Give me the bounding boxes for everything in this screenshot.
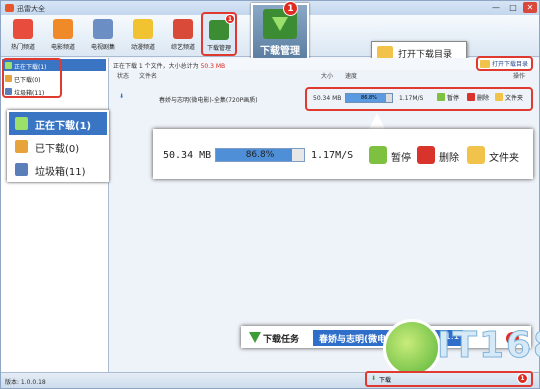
popcorn-icon bbox=[53, 19, 73, 39]
bottom-download-highlight[interactable]: ⬇ 下载 1 bbox=[365, 371, 533, 387]
detail-delete-button[interactable]: 删除 bbox=[417, 146, 459, 166]
download-manager-callout: 下载管理 1 bbox=[251, 1, 309, 61]
folder-icon bbox=[467, 146, 485, 164]
minimize-button[interactable]: — bbox=[489, 2, 503, 13]
down-arrow-icon: ⬇ bbox=[119, 93, 125, 100]
sidebar-highlight bbox=[2, 58, 62, 98]
toolbar-movie-channel[interactable]: 电影频道 bbox=[45, 17, 81, 55]
toolbar-label: 动漫频道 bbox=[130, 44, 155, 51]
status-total-size: 50.3 MB bbox=[200, 63, 226, 70]
task-filename: 春娇与志明(微电影)-全集(720P画质) bbox=[159, 97, 258, 104]
pause-icon bbox=[369, 146, 387, 164]
trash-icon bbox=[15, 163, 28, 176]
close-button[interactable]: ✕ bbox=[523, 2, 537, 13]
sidebar-callout: 正在下载(1) 已下载(0) 垃圾箱(11) bbox=[7, 110, 109, 182]
toolbar-download-manager[interactable]: 下载管理 1 bbox=[201, 12, 237, 56]
toolbar-tv-series[interactable]: 电视剧集 bbox=[85, 17, 121, 55]
fire-icon bbox=[13, 19, 33, 39]
detail-size: 50.34 MB bbox=[163, 150, 212, 161]
toolbar-label: 电视剧集 bbox=[90, 44, 115, 51]
download-arrow-icon: ⬇ bbox=[371, 375, 377, 382]
open-dir-label: 打开下载目录 bbox=[491, 61, 528, 68]
cartoon-face-icon bbox=[133, 19, 153, 39]
ops-highlight bbox=[305, 87, 533, 111]
detail-progress-bar: 86.8% bbox=[215, 148, 305, 162]
download-count-badge: 1 bbox=[225, 14, 235, 24]
folder-icon bbox=[479, 60, 490, 68]
callout-item-label: 正在下载(1) bbox=[35, 121, 92, 132]
sidebar: 正在下载(1) 已下载(0) 垃圾箱(11) bbox=[1, 58, 109, 378]
col-ops[interactable]: 操作 bbox=[513, 71, 525, 80]
status-text: 正在下载 1 个文件，大小总计为 bbox=[113, 63, 199, 70]
detail-speed: 1.17M/S bbox=[311, 150, 354, 161]
watermark-text: IT168 bbox=[436, 325, 540, 367]
download-task-label-wrap: 下载任务 bbox=[249, 332, 299, 345]
window-title: 迅雷大全 bbox=[17, 5, 45, 13]
pause-label: 暂停 bbox=[391, 153, 411, 164]
toolbar-label: 热门频道 bbox=[10, 44, 35, 51]
download-arrow-icon bbox=[249, 332, 261, 343]
col-filename[interactable]: 文件名 bbox=[139, 71, 157, 80]
callout-item-downloading: 正在下载(1) bbox=[9, 112, 107, 135]
grid-icon bbox=[15, 140, 28, 153]
callout-item-trash: 垃圾箱(11) bbox=[9, 158, 107, 181]
bottom-download-label: 下载 bbox=[379, 377, 392, 384]
callout-pointer bbox=[369, 113, 385, 129]
callout-item-label: 垃圾箱(11) bbox=[35, 167, 86, 178]
version-text: 版本: 1.0.0.18 bbox=[5, 379, 46, 386]
app-window: 迅雷大全 — □ ✕ 热门频道 电影频道 电视剧集 动漫频道 综艺频道 下载管理… bbox=[0, 0, 540, 389]
callout-label: 下载管理 bbox=[260, 46, 300, 57]
column-headers: 状态 文件名 大小 速度 操作 bbox=[109, 71, 539, 81]
app-logo-icon bbox=[5, 4, 14, 12]
tv-icon bbox=[93, 19, 113, 39]
toolbar-label: 电影频道 bbox=[50, 44, 75, 51]
callout-item-label: 已下载(0) bbox=[35, 144, 80, 155]
col-speed[interactable]: 速度 bbox=[345, 71, 357, 80]
toolbar-anime-channel[interactable]: 动漫频道 bbox=[125, 17, 161, 55]
toolbar-hot-channel[interactable]: 热门频道 bbox=[5, 17, 41, 55]
gift-icon bbox=[173, 19, 193, 39]
callout-badge: 1 bbox=[283, 1, 298, 16]
download-task-label: 下载任务 bbox=[263, 335, 300, 345]
maximize-button[interactable]: □ bbox=[506, 2, 520, 13]
status-line: 正在下载 1 个文件，大小总计为 50.3 MB bbox=[109, 58, 539, 70]
bottom-badge: 1 bbox=[517, 373, 528, 384]
delete-icon bbox=[417, 146, 435, 164]
toolbar-label: 下载管理 bbox=[206, 45, 231, 52]
col-size[interactable]: 大小 bbox=[321, 71, 333, 80]
download-arrow-icon bbox=[15, 117, 28, 130]
folder-label: 文件夹 bbox=[489, 153, 519, 164]
detail-progress-label: 86.8% bbox=[245, 150, 275, 160]
col-status[interactable]: 状态 bbox=[117, 71, 129, 80]
leaf-logo-icon bbox=[383, 319, 441, 377]
toolbar-variety-channel[interactable]: 综艺频道 bbox=[165, 17, 201, 55]
detail-folder-button[interactable]: 文件夹 bbox=[467, 146, 519, 166]
callout-item-downloaded: 已下载(0) bbox=[9, 135, 107, 158]
delete-label: 删除 bbox=[439, 153, 459, 164]
download-task-name: 春娇与志明(微电 bbox=[319, 335, 387, 345]
detail-pause-button[interactable]: 暂停 bbox=[369, 146, 411, 166]
task-detail-callout: 50.34 MB 86.8% 1.17M/S 暂停 删除 文件夹 bbox=[153, 129, 533, 179]
open-download-dir-button[interactable]: 打开下载目录 bbox=[475, 56, 533, 71]
toolbar-label: 综艺频道 bbox=[170, 44, 195, 51]
